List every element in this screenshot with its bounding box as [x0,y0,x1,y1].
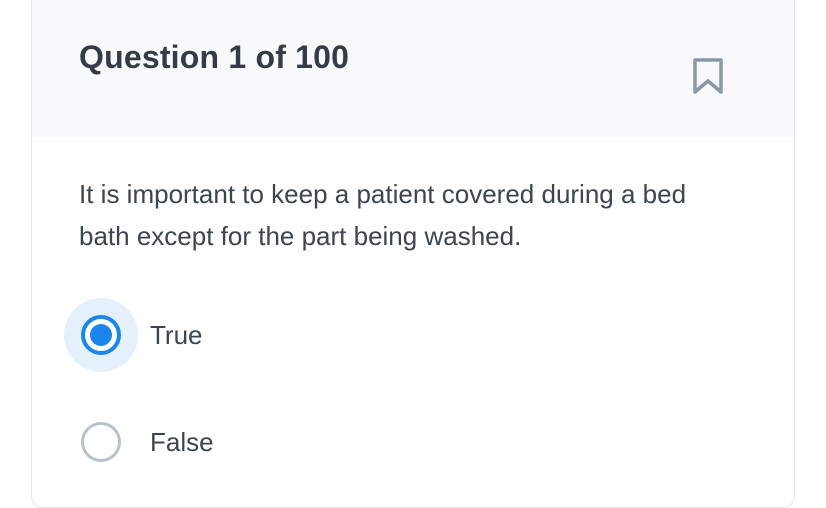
option-true[interactable]: True [64,298,203,372]
option-false[interactable]: False [64,405,214,479]
question-text: It is important to keep a patient covere… [79,179,687,251]
option-label-false: False [150,426,214,457]
question-header: Question 1 of 100 [32,0,794,137]
bookmark-icon [693,58,723,94]
bookmark-button[interactable] [687,51,729,101]
radio-highlight-empty [64,405,138,479]
question-card: Question 1 of 100 It is important to kee… [31,0,795,508]
radio-selected[interactable] [81,315,121,355]
radio-unselected[interactable] [81,422,121,462]
question-counter: Question 1 of 100 [79,39,350,75]
radio-dot [90,324,112,346]
option-label-true: True [150,319,203,350]
radio-highlight [64,298,138,372]
question-body: It is important to keep a patient covere… [32,137,794,507]
